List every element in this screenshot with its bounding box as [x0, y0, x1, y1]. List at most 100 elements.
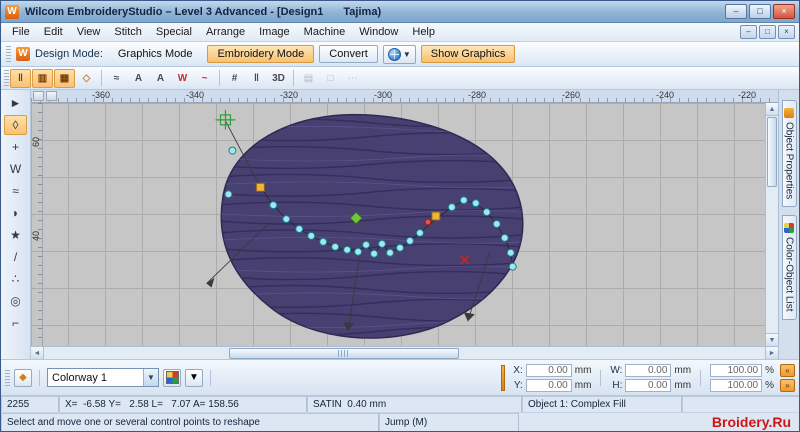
menu-edit[interactable]: Edit: [37, 25, 70, 39]
toolbar-separator: [600, 369, 602, 386]
toolbar-grip: [4, 70, 9, 86]
stitch-edit-tool[interactable]: ∴: [4, 269, 27, 289]
object-properties-icon: [784, 108, 794, 118]
star-tool[interactable]: ★: [4, 225, 27, 245]
ruler-label: -260: [561, 90, 581, 100]
monogram-icon[interactable]: W: [172, 69, 193, 88]
grid-icon[interactable]: #: [224, 69, 245, 88]
ruler-label: -300: [373, 90, 393, 100]
selected-object-info: Object 1: Complex Fill: [522, 396, 682, 412]
colorway-colors-button[interactable]: [163, 368, 181, 387]
curve-stitch-icon[interactable]: ~: [194, 69, 215, 88]
motif-stitch-icon[interactable]: ≈: [106, 69, 127, 88]
tab-label: Object Properties: [783, 122, 795, 200]
zigzag-stitch-icon[interactable]: ◇: [76, 69, 97, 88]
y-label: Y:: [513, 379, 523, 391]
design-mode-label: Design Mode:: [35, 48, 103, 60]
x-field[interactable]: 0.00: [525, 363, 572, 377]
menu-arrange[interactable]: Arrange: [199, 25, 252, 39]
x-label: X:: [513, 364, 523, 376]
prompt-text: Select and move one or several control p…: [1, 413, 379, 431]
embroidery-object[interactable]: [31, 103, 765, 346]
hoop-globe-button[interactable]: ▼: [382, 44, 416, 64]
menu-special[interactable]: Special: [149, 25, 199, 39]
shape-tool[interactable]: ◗: [4, 203, 27, 223]
design-canvas[interactable]: 60 40: [31, 103, 765, 346]
colorway-more-icon[interactable]: ▼: [185, 368, 203, 387]
reshape-tool[interactable]: ◊: [4, 115, 27, 135]
colorway-colors-icon: [165, 371, 179, 384]
menu-file[interactable]: File: [5, 25, 37, 39]
mdi-minimize-button[interactable]: –: [740, 25, 757, 39]
scroll-up-icon[interactable]: ▲: [766, 103, 778, 116]
lettering-icon[interactable]: A: [128, 69, 149, 88]
tatami-fill-icon[interactable]: ▦: [54, 68, 75, 88]
ruler-corner-buttons[interactable]: [33, 91, 57, 101]
colorway-diamond-icon[interactable]: ◆: [14, 368, 32, 387]
pattern-fill-icon[interactable]: ▤: [298, 69, 319, 88]
stitch-count: 2255: [1, 396, 59, 412]
w-field[interactable]: 0.00: [625, 363, 672, 377]
zoom-tool[interactable]: ◎: [4, 291, 27, 311]
tab-label: Color-Object List: [783, 237, 795, 312]
menu-help[interactable]: Help: [405, 25, 442, 39]
menu-bar: File Edit View Stitch Special Arrange Im…: [1, 23, 799, 42]
lettering-tool[interactable]: W: [4, 159, 27, 179]
run-tool[interactable]: ≈: [4, 181, 27, 201]
graphics-mode-button[interactable]: Graphics Mode: [108, 45, 203, 63]
satin-stitch-icon[interactable]: ▥: [32, 68, 53, 88]
menu-view[interactable]: View: [70, 25, 108, 39]
toolbar-grip: [5, 369, 10, 386]
menu-window[interactable]: Window: [352, 25, 405, 39]
measure-tool[interactable]: ⌐: [4, 313, 27, 333]
y-field[interactable]: 0.00: [525, 378, 572, 392]
embroidery-mode-button[interactable]: Embroidery Mode: [207, 45, 315, 63]
vertical-scroll-thumb[interactable]: [767, 117, 777, 187]
minimize-button[interactable]: –: [725, 4, 747, 19]
globe-icon: [387, 47, 401, 61]
tab-color-object-list[interactable]: Color-Object List: [781, 215, 797, 320]
horizontal-scroll-thumb[interactable]: [229, 347, 459, 359]
colorway-dropdown-icon[interactable]: ▼: [143, 369, 158, 386]
app-window: W Wilcom EmbroideryStudio – Level 3 Adva…: [0, 0, 800, 432]
select-tool[interactable]: ►: [4, 93, 27, 113]
three-d-button[interactable]: 3D: [268, 69, 289, 88]
colorway-select[interactable]: Colorway 1 ▼: [47, 368, 159, 387]
knife-tool[interactable]: /: [4, 247, 27, 267]
horizontal-scrollbar[interactable]: ◄ ►: [31, 346, 778, 359]
lettering-baseline-icon[interactable]: A: [150, 69, 171, 88]
canvas-wrap: 60 40 ▲ ▼: [31, 103, 778, 346]
close-button[interactable]: ×: [773, 4, 795, 19]
globe-dropdown-icon[interactable]: ▼: [403, 50, 411, 59]
scroll-right-icon[interactable]: ►: [765, 347, 778, 359]
scroll-left-icon[interactable]: ◄: [31, 347, 44, 359]
fields-scroll-right-icon[interactable]: »: [780, 378, 795, 392]
window-title: Wilcom EmbroideryStudio – Level 3 Advanc…: [25, 5, 324, 18]
ruler-label: -280: [467, 90, 487, 100]
scale-y-field[interactable]: 100.00: [710, 378, 763, 392]
run-stitch-icon[interactable]: ‖: [10, 68, 31, 88]
scroll-down-icon[interactable]: ▼: [766, 333, 778, 346]
mdi-close-button[interactable]: ×: [778, 25, 795, 39]
scale-x-field[interactable]: 100.00: [710, 363, 763, 377]
x-unit: mm: [574, 364, 592, 376]
fields-scroll-left-icon[interactable]: «: [780, 363, 795, 377]
mdi-restore-button[interactable]: □: [759, 25, 776, 39]
show-graphics-button[interactable]: Show Graphics: [420, 45, 516, 63]
menu-image[interactable]: Image: [252, 25, 297, 39]
outline-icon[interactable]: □: [320, 69, 341, 88]
convert-button[interactable]: Convert: [319, 45, 378, 63]
tab-object-properties[interactable]: Object Properties: [781, 100, 797, 208]
digitize-tool[interactable]: +: [4, 137, 27, 157]
h-field[interactable]: 0.00: [625, 378, 672, 392]
parallel-icon[interactable]: ‖: [246, 69, 267, 88]
ruler-label: -340: [185, 90, 205, 100]
stitch-type: SATIN 0.40 mm: [307, 396, 522, 412]
colorway-value: Colorway 1: [52, 371, 108, 384]
vertical-scrollbar[interactable]: ▲ ▼: [765, 103, 778, 346]
maximize-button[interactable]: □: [749, 4, 771, 19]
menu-machine[interactable]: Machine: [297, 25, 353, 39]
menu-stitch[interactable]: Stitch: [107, 25, 149, 39]
ruler-label: 60: [31, 137, 41, 148]
more-icon[interactable]: ⋯: [342, 69, 363, 88]
